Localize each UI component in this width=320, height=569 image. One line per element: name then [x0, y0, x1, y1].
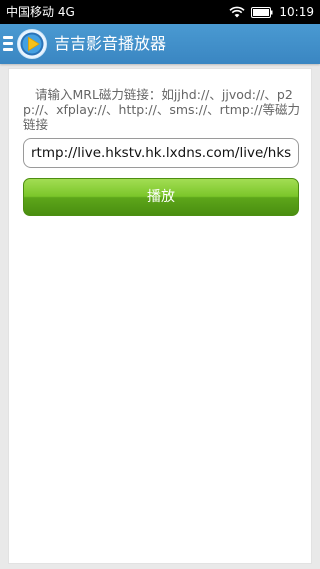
content-panel: 请输入MRL磁力链接：如jjhd://、jjvod://、p2p://、xfpl… [8, 68, 312, 564]
title-bar: 吉吉影音播放器 [0, 24, 320, 64]
clock: 10:19 [279, 5, 314, 19]
wifi-icon [229, 6, 245, 18]
menu-icon[interactable] [3, 32, 15, 56]
play-button[interactable]: 播放 [23, 178, 299, 216]
carrier-label: 中国移动 4G [6, 5, 75, 19]
app-title: 吉吉影音播放器 [54, 34, 167, 53]
screen: 中国移动 4G 10:19 吉吉影音播放器 请输入MRL磁力链接：如jjhd:/… [0, 0, 320, 569]
app-logo-icon [16, 28, 48, 60]
status-icons: 10:19 [229, 0, 314, 24]
battery-icon [251, 6, 273, 18]
status-bar: 中国移动 4G 10:19 [0, 0, 320, 24]
mrl-url-input[interactable] [23, 138, 299, 168]
mrl-hint-text: 请输入MRL磁力链接：如jjhd://、jjvod://、p2p://、xfpl… [23, 87, 300, 132]
